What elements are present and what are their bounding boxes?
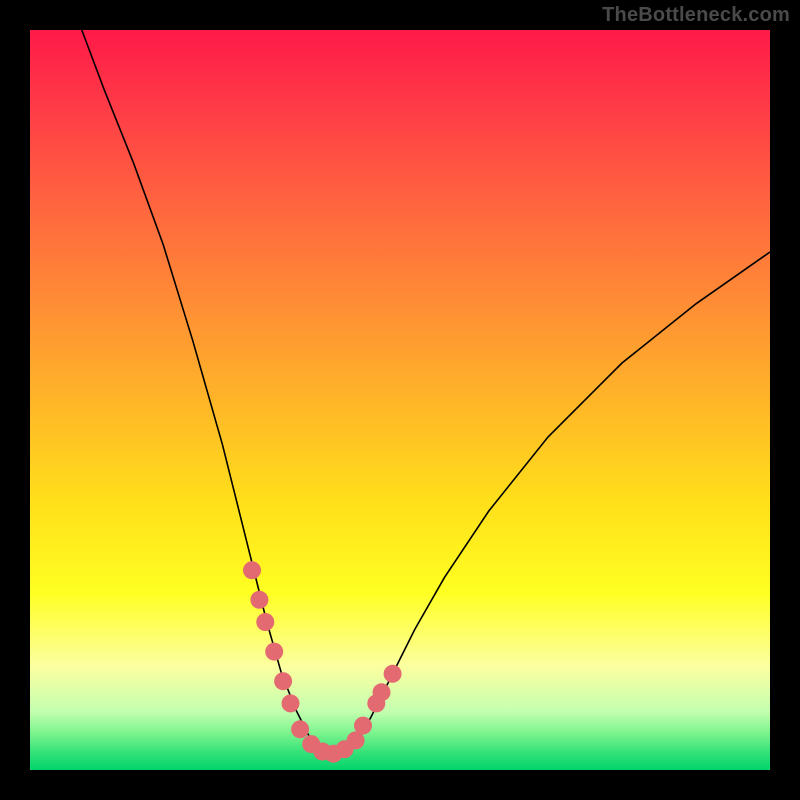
curve-marker bbox=[250, 591, 268, 609]
plot-area bbox=[30, 30, 770, 770]
curve-marker bbox=[291, 720, 309, 738]
curve-marker bbox=[354, 717, 372, 735]
watermark-text: TheBottleneck.com bbox=[602, 4, 790, 27]
curve-marker bbox=[384, 665, 402, 683]
chart-frame: TheBottleneck.com bbox=[0, 0, 800, 800]
curve-marker bbox=[265, 643, 283, 661]
curve-marker bbox=[274, 672, 292, 690]
curve-marker bbox=[373, 683, 391, 701]
curve-markers bbox=[243, 561, 402, 763]
curve-marker bbox=[282, 694, 300, 712]
curve-marker bbox=[256, 613, 274, 631]
curve-marker bbox=[243, 561, 261, 579]
bottleneck-curve bbox=[82, 30, 770, 755]
curve-svg bbox=[30, 30, 770, 770]
